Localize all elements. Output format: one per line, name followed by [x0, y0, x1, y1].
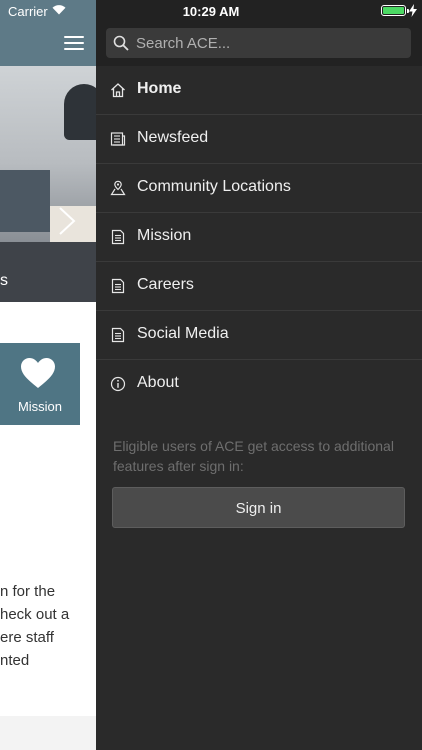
menu-item-label: Careers [137, 276, 194, 293]
mission-tile[interactable]: Mission [0, 343, 80, 425]
battery-icon [381, 5, 409, 16]
side-drawer: Home Newsfeed Community Locations Missio… [96, 0, 422, 750]
menu-item-mission[interactable]: Mission [96, 213, 422, 262]
menu-item-social-media[interactable]: Social Media [96, 311, 422, 360]
paragraph-line: ere staff [0, 629, 54, 646]
drawer-menu: Home Newsfeed Community Locations Missio… [96, 66, 422, 408]
menu-item-label: Mission [137, 227, 192, 244]
background-page: s Mission n for the heck out a ere staff… [0, 0, 96, 750]
clock: 10:29 AM [182, 4, 240, 19]
search-input[interactable] [136, 28, 406, 58]
tile-label: Mission [17, 399, 63, 414]
menu-item-community-locations[interactable]: Community Locations [96, 164, 422, 213]
newsfeed-icon [110, 132, 126, 146]
menu-item-label: Community Locations [137, 178, 291, 195]
heart-icon [21, 358, 55, 388]
sign-in-button[interactable]: Sign in [112, 487, 405, 528]
map-pin-icon [110, 180, 126, 196]
menu-item-label: Newsfeed [137, 129, 209, 146]
menu-item-label: Social Media [137, 325, 229, 342]
hero-caption-band [0, 242, 96, 302]
signin-note: Eligible users of ACE get access to addi… [113, 438, 394, 474]
search-bar[interactable] [106, 28, 411, 58]
info-icon [110, 376, 126, 392]
paragraph-line: n for the [0, 583, 56, 600]
bottom-strip [0, 716, 96, 750]
paragraph-line: heck out a [0, 606, 70, 623]
status-bar: Carrier 10:29 AM [0, 0, 422, 22]
charging-bolt-icon [409, 4, 417, 17]
desk-shape [0, 170, 50, 232]
menu-item-home[interactable]: Home [96, 66, 422, 115]
hero-image [0, 66, 96, 242]
article-paragraph: n for the heck out a ere staff nted [0, 492, 69, 669]
chevron-right-icon[interactable] [56, 206, 78, 236]
document-icon [111, 327, 125, 343]
menu-item-careers[interactable]: Careers [96, 262, 422, 311]
menu-item-newsfeed[interactable]: Newsfeed [96, 115, 422, 164]
home-icon [111, 83, 125, 98]
menu-item-label: Home [137, 80, 182, 97]
search-icon [113, 35, 129, 51]
hero-caption: s [0, 272, 8, 289]
lamp-shape [64, 84, 96, 140]
menu-item-about[interactable]: About [96, 360, 422, 408]
document-icon [111, 229, 125, 245]
hamburger-menu-icon[interactable] [64, 36, 84, 50]
article-card: n for the heck out a ere staff nted [0, 492, 96, 716]
document-icon [111, 278, 125, 294]
menu-item-label: About [137, 374, 179, 391]
paragraph-line: nted [0, 652, 30, 669]
